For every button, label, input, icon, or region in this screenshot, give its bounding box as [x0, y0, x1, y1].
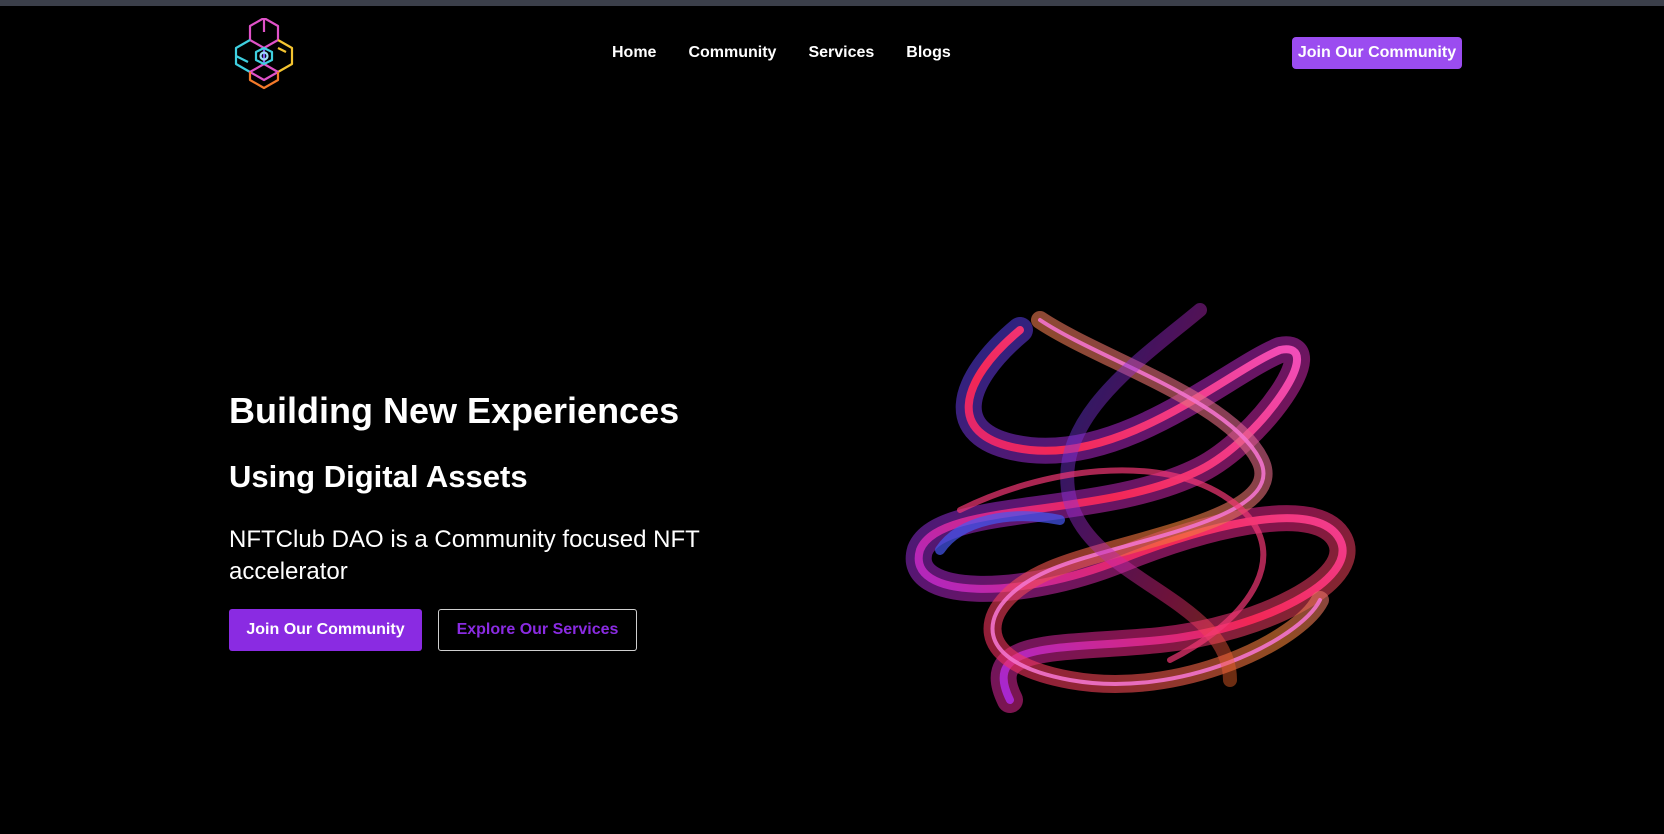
navbar: Home Community Services Blogs Join Our C…: [0, 6, 1664, 94]
cube-logo-icon[interactable]: [228, 16, 300, 92]
hero-title: Building New Experiences: [229, 390, 680, 431]
explore-services-button[interactable]: Explore Our Services: [438, 609, 637, 651]
nav-link-home[interactable]: Home: [612, 44, 656, 62]
hero-description: NFTClub DAO is a Community focused NFT a…: [229, 526, 700, 585]
hero-subtitle: Using Digital Assets: [229, 459, 528, 494]
nav-link-blogs[interactable]: Blogs: [906, 44, 950, 62]
nav-link-community[interactable]: Community: [688, 44, 776, 62]
twisted-glass-ribbon-art: [900, 300, 1400, 740]
join-community-button[interactable]: Join Our Community: [229, 609, 422, 651]
main-nav: Home Community Services Blogs: [612, 44, 983, 62]
nav-join-community-button[interactable]: Join Our Community: [1292, 37, 1462, 69]
nav-link-services[interactable]: Services: [808, 44, 874, 62]
